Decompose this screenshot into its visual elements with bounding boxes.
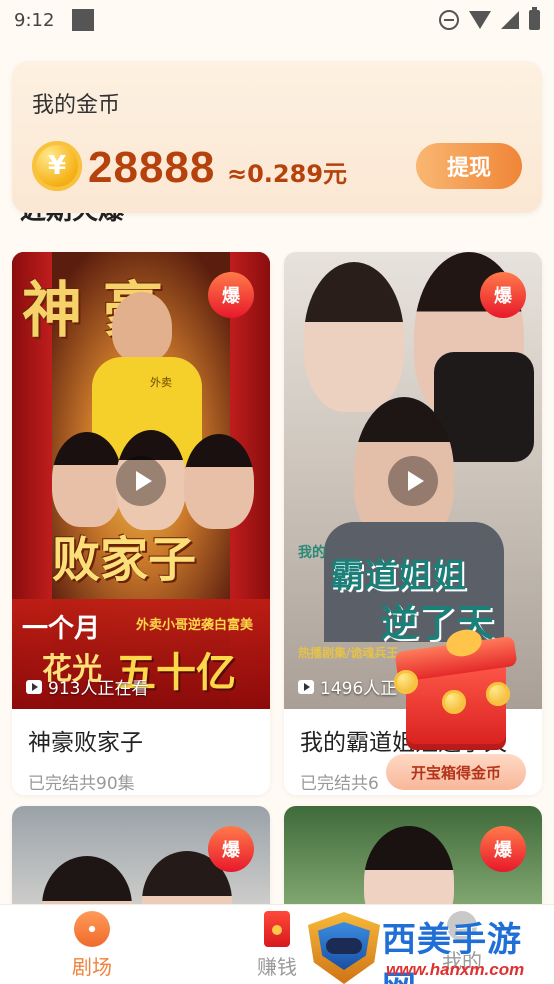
treasure-box-label[interactable]: 开宝箱得金币 [386,754,526,790]
video-icon [26,679,42,694]
status-bar: 9:12 [0,0,554,40]
do-not-disturb-icon [439,10,459,30]
poster-line-1: 霸道姐姐 [330,556,466,596]
notification-icon [72,9,95,31]
drama-episodes: 已完结共90集 [28,774,135,794]
withdraw-button[interactable]: 提现 [416,143,522,189]
signal-icon [501,11,519,29]
status-icons [439,7,540,30]
drama-card[interactable]: 神 豪 外卖 败家子 一个月 外卖小哥逆袭白富美 花光 五十亿 爆 913人正在… [12,252,270,795]
coin-icon [394,670,418,694]
watermark: 西美手游网 www.hanxm.com [308,910,554,984]
watermark-url: www.hanxm.com [386,960,525,979]
viewer-count: 913人正在看 [26,674,148,699]
poster-line-1: 一个月 [22,614,101,644]
video-icon [298,679,314,694]
play-icon[interactable] [116,455,166,506]
coin-card-title: 我的金币 [32,93,121,118]
nav-item-theater[interactable]: 剧场 [42,911,142,980]
drama-title: 神豪败家子 [28,730,143,756]
drama-meta: 神豪败家子 已完结共90集 [12,709,270,795]
viewer-count: 1496人正 [298,674,397,699]
battery-icon [529,7,540,30]
coin-amount: 28888 [88,143,216,192]
poster-person [304,262,404,412]
drama-cover[interactable]: 神 豪 外卖 败家子 一个月 外卖小哥逆袭白富美 花光 五十亿 爆 913人正在… [12,252,270,709]
coin-approx-value: ≈0.289元 [227,160,348,188]
play-icon[interactable] [388,455,438,506]
gamepad-icon [326,938,362,954]
poster-person-face [112,292,172,362]
wifi-icon [469,11,491,29]
film-reel-icon [74,911,110,947]
poster-shirt-text: 外卖 [150,376,172,389]
coin-icon [486,682,510,706]
poster-title-middle: 败家子 [52,532,197,588]
poster-tagline: 外卖小哥逆袭白富美 [136,618,254,633]
treasure-box[interactable]: 开宝箱得金币 [386,625,526,800]
coin-icon: ¥ [32,141,82,191]
poster-person [184,434,254,529]
nav-label: 剧场 [72,955,112,979]
poster-prefix: 我的 [298,545,326,561]
hot-badge: 爆 [208,826,254,872]
hot-badge: 爆 [480,826,526,872]
coin-icon [442,690,466,714]
hot-badge: 爆 [208,272,254,318]
coin-card: 我的金币 ¥ 28888 ≈0.289元 提现 [12,61,542,213]
hot-badge: 爆 [480,272,526,318]
poster-tagline: 热播剧集/诡魂兵王 [298,646,399,660]
status-time: 9:12 [14,9,55,31]
red-envelope-icon [264,911,290,947]
viewer-count-text: 913人正在看 [48,679,149,699]
poster-person [52,432,122,527]
